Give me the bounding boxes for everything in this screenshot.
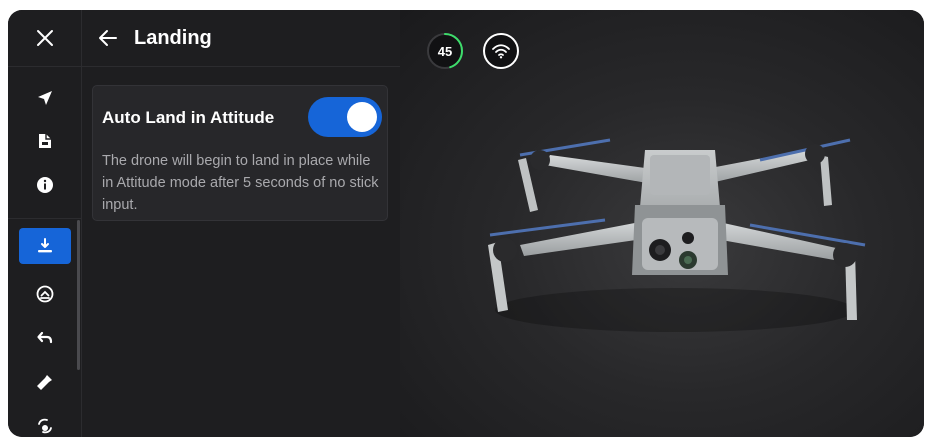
rail-item-takeoff[interactable] [19,276,71,312]
rail-item-landing[interactable] [19,228,71,264]
rail-scrollbar[interactable] [77,220,80,370]
signal-indicator [483,33,519,69]
info-icon [37,177,53,193]
rail-item-files[interactable] [19,123,71,159]
back-button[interactable] [88,18,128,58]
flashlight-icon [37,375,52,390]
camera-rotate-icon [38,418,52,434]
rail-item-flashlight[interactable] [19,364,71,400]
rail-item-camera-rotate[interactable] [19,408,71,437]
close-button[interactable] [8,10,82,67]
rail-divider [8,218,82,219]
wifi-icon [492,44,510,59]
panel-header: Landing [82,10,400,67]
rail-item-navigation[interactable] [19,80,71,116]
toggle-knob [347,102,377,132]
close-icon [37,30,53,46]
return-icon [37,331,53,344]
icon-rail [8,10,82,437]
battery-indicator: 45 [426,32,464,70]
arrow-left-icon [99,30,117,46]
drone-image [488,138,866,332]
auto-land-setting-card: Auto Land in Attitude The drone will beg… [92,85,388,221]
setting-description: The drone will begin to land in place wh… [102,153,379,213]
setting-label: Auto Land in Attitude [102,108,275,127]
file-icon [39,134,51,148]
settings-panel: Landing Auto Land in Attitude The drone … [82,10,400,437]
drone-preview: 45 [400,10,924,437]
page-title: Landing [134,26,212,49]
rail-item-return[interactable] [19,320,71,356]
rail-item-info[interactable] [19,167,71,203]
takeoff-icon [36,285,54,303]
app-window: Landing Auto Land in Attitude The drone … [8,10,924,437]
navigation-arrow-icon [38,91,52,105]
landing-icon [38,238,52,253]
auto-land-toggle[interactable] [308,97,382,137]
battery-percent: 45 [437,43,453,59]
